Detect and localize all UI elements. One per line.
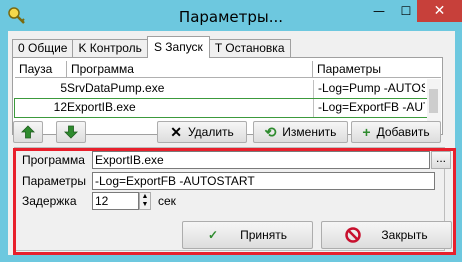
move-down-button[interactable] <box>56 121 86 143</box>
spin-up-icon[interactable]: ▲ <box>140 193 150 201</box>
window-frame: Параметры... — ☐ ✕ 0 Общие K Контроль S … <box>0 0 462 262</box>
cell-program: ExportIB.exe <box>67 100 136 114</box>
params-label: Параметры <box>22 174 86 188</box>
no-entry-icon <box>345 227 362 243</box>
move-up-button[interactable] <box>13 121 43 143</box>
close-button[interactable]: Закрыть <box>321 221 452 249</box>
apply-label: Принять <box>240 228 287 242</box>
maximize-button[interactable]: ☐ <box>393 0 419 22</box>
plus-icon: + <box>362 124 371 140</box>
delay-spinner[interactable]: ▲ ▼ <box>139 192 151 210</box>
delay-unit: сек <box>158 194 176 208</box>
cell-params: -Log=ExportFB -AUTOSTART <box>313 99 425 117</box>
add-label: Добавить <box>376 125 430 139</box>
minimize-button[interactable]: — <box>365 0 393 22</box>
close-window-button[interactable]: ✕ <box>417 0 462 22</box>
column-header-pause[interactable]: Пауза <box>15 61 67 78</box>
tab-launch[interactable]: S Запуск <box>146 36 210 58</box>
column-header-params[interactable]: Параметры <box>313 61 425 78</box>
cell-pause: 5 <box>60 81 67 95</box>
cell-params: -Log=Pump -AUTOSTART <box>313 80 425 98</box>
table-row-selected[interactable]: 12 ExportIB.exe -Log=ExportFB -AUTOSTART <box>14 98 428 118</box>
grid-header: Пауза Программа Параметры <box>15 61 441 78</box>
add-button[interactable]: + Добавить <box>351 121 441 143</box>
column-header-program[interactable]: Программа <box>67 61 313 78</box>
delete-label: Удалить <box>187 125 234 139</box>
delete-x-icon: ✕ <box>170 123 182 140</box>
cell-pause: 12 <box>53 100 67 114</box>
close-label: Закрыть <box>381 228 428 242</box>
up-arrow-icon <box>21 125 35 139</box>
spin-down-icon[interactable]: ▼ <box>140 201 150 209</box>
edit-button[interactable]: ⟲ Изменить <box>253 121 348 143</box>
delete-button[interactable]: ✕ Удалить <box>157 121 247 143</box>
tab-control[interactable]: K Контроль <box>72 39 148 57</box>
delay-label: Задержка <box>22 194 77 208</box>
down-arrow-icon <box>64 125 78 139</box>
checkmark-icon: ✓ <box>208 228 219 242</box>
table-row[interactable]: 5 SrvDataPump.exe -Log=Pump -AUTOSTART <box>15 80 427 98</box>
browse-button[interactable]: ... <box>431 151 451 169</box>
program-input[interactable]: ExportIB.exe <box>92 151 430 169</box>
dialog-client-area: 0 Общие K Контроль S Запуск T Остановка … <box>8 31 455 255</box>
cell-program: SrvDataPump.exe <box>67 81 165 95</box>
tab-stop[interactable]: T Остановка <box>208 39 291 57</box>
tab-general[interactable]: 0 Общие <box>12 39 74 57</box>
program-label: Программа <box>22 153 85 167</box>
delay-input[interactable]: 12 <box>92 192 139 210</box>
edit-label: Изменить <box>282 125 337 139</box>
scrollbar-thumb[interactable] <box>429 89 438 113</box>
apply-button[interactable]: ✓ Принять <box>182 221 313 249</box>
tab-strip: 0 Общие K Контроль S Запуск T Остановка <box>12 36 291 58</box>
params-input[interactable]: -Log=ExportFB -AUTOSTART <box>92 172 435 190</box>
refresh-icon: ⟲ <box>264 123 277 140</box>
